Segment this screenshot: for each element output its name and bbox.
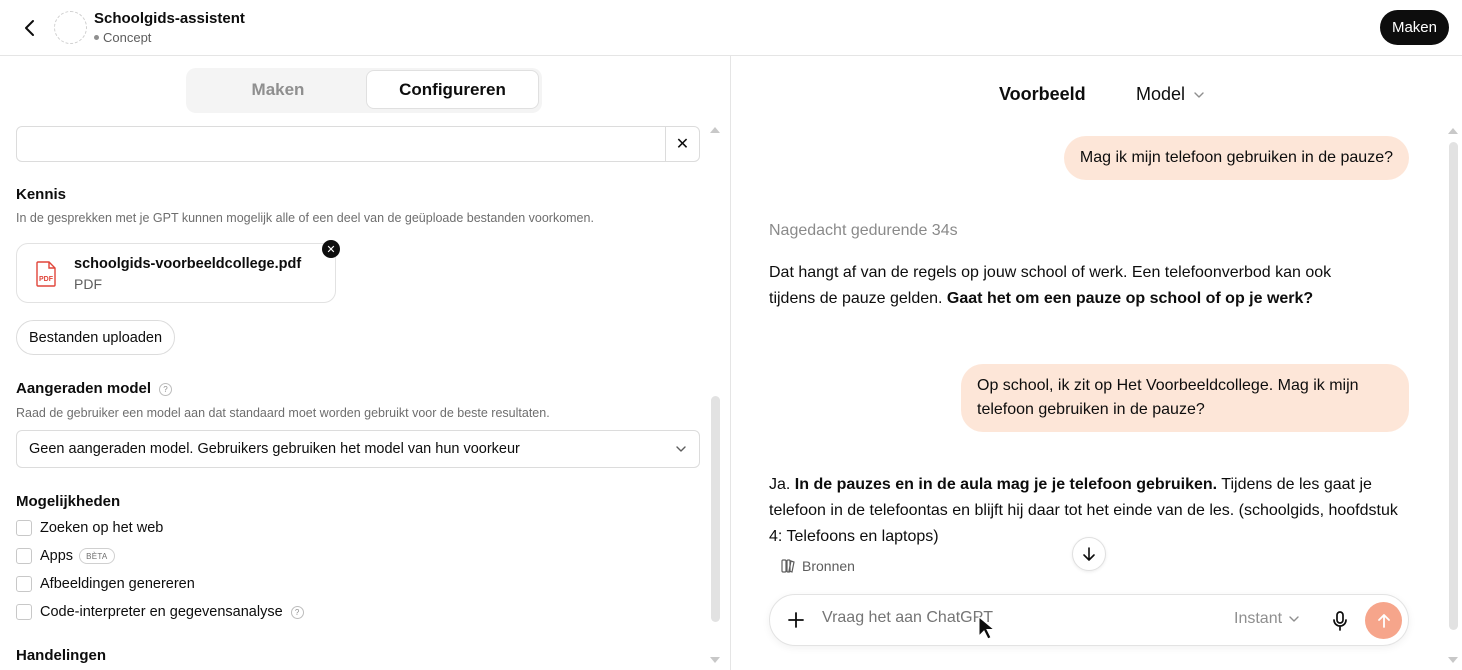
recommended-model-description: Raad de gebruiker een model aan dat stan… xyxy=(16,406,550,420)
chevron-down-icon xyxy=(676,446,686,452)
message-input[interactable] xyxy=(822,609,1202,627)
chevron-down-icon xyxy=(1289,616,1299,622)
scroll-up-arrow-icon[interactable] xyxy=(1448,128,1458,134)
checkbox[interactable] xyxy=(16,604,32,620)
beta-badge: BÈTA xyxy=(79,548,115,564)
status-dot-icon xyxy=(94,35,99,40)
mode-label: Instant xyxy=(1234,610,1283,627)
back-button[interactable] xyxy=(18,16,42,40)
scroll-down-arrow-icon[interactable] xyxy=(710,657,720,663)
mouse-cursor-icon xyxy=(978,616,994,640)
capability-apps[interactable]: Apps BÈTA xyxy=(16,546,115,566)
text-field[interactable] xyxy=(16,126,666,162)
mode-tabs: Maken Configureren xyxy=(186,68,542,113)
actions-title: Handelingen xyxy=(16,647,107,664)
configure-panel: Maken Configureren ✕ Kennis In de gespre… xyxy=(0,56,731,670)
gpt-status: Concept xyxy=(94,30,151,45)
status-label: Concept xyxy=(103,30,152,45)
capability-image-generation[interactable]: Afbeeldingen genereren xyxy=(16,574,195,594)
model-dropdown-label: Model xyxy=(1136,84,1186,104)
uploaded-file-card[interactable]: PDF schoolgids-voorbeeldcollege.pdf PDF xyxy=(16,243,336,303)
recommended-model-select[interactable]: Geen aangeraden model. Gebruikers gebrui… xyxy=(16,430,700,468)
assistant-message: Dat hangt af van de regels op jouw schoo… xyxy=(769,260,1369,312)
help-icon[interactable]: ? xyxy=(159,382,173,396)
capability-label: Afbeeldingen genereren xyxy=(40,576,195,592)
chevron-down-icon xyxy=(1194,91,1204,98)
capability-code-interpreter[interactable]: Code-interpreter en gegevensanalyse ? xyxy=(16,602,304,622)
assistant-text: Ja. xyxy=(769,476,795,493)
book-icon xyxy=(781,559,795,573)
file-name: schoolgids-voorbeeldcollege.pdf xyxy=(74,256,302,272)
capability-web-search[interactable]: Zoeken op het web xyxy=(16,518,163,538)
sources-button[interactable]: Bronnen xyxy=(780,558,855,574)
arrow-down-icon xyxy=(1083,547,1095,561)
user-message: Op school, ik zit op Het Voorbeeldcolleg… xyxy=(961,364,1409,432)
create-button[interactable]: Maken xyxy=(1379,10,1449,45)
tab-configure[interactable]: Configureren xyxy=(366,70,539,109)
scroll-down-arrow-icon[interactable] xyxy=(1448,657,1458,663)
clear-field-button[interactable]: ✕ xyxy=(665,126,700,162)
microphone-icon[interactable] xyxy=(1328,609,1352,633)
remove-file-button[interactable]: ✕ xyxy=(322,240,340,258)
help-icon[interactable]: ? xyxy=(290,605,304,619)
scroll-up-arrow-icon[interactable] xyxy=(710,127,720,133)
pdf-icon-label: PDF xyxy=(39,276,54,283)
file-type: PDF xyxy=(74,276,102,292)
tab-create[interactable]: Maken xyxy=(188,70,368,109)
scrollbar-thumb[interactable] xyxy=(711,396,720,622)
knowledge-description: In de gesprekken met je GPT kunnen mogel… xyxy=(16,211,594,225)
gpt-title: Schoolgids-assistent xyxy=(94,10,245,27)
send-button[interactable] xyxy=(1365,602,1402,639)
user-message: Mag ik mijn telefoon gebruiken in de pau… xyxy=(1063,136,1409,180)
assistant-text-bold: In de pauzes en in de aula mag je je tel… xyxy=(794,476,1218,493)
plus-icon[interactable] xyxy=(784,608,808,632)
assistant-text-bold: Gaat het om een pauze op school of op je… xyxy=(946,290,1314,307)
close-icon: ✕ xyxy=(675,136,690,153)
pdf-file-icon: PDF xyxy=(36,261,56,287)
checkbox[interactable] xyxy=(16,520,32,536)
preview-panel: Voorbeeld Model Mag ik mijn telefoon geb… xyxy=(732,56,1462,670)
thinking-summary[interactable]: Nagedacht gedurende 34s xyxy=(769,222,958,240)
sources-label: Bronnen xyxy=(802,558,855,574)
selected-model-value: Geen aangeraden model. Gebruikers gebrui… xyxy=(29,441,520,457)
upload-files-button[interactable]: Bestanden uploaden xyxy=(16,320,176,355)
capabilities-title: Mogelijkheden xyxy=(16,493,121,510)
preview-title: Voorbeeld xyxy=(999,84,1086,104)
arrow-up-icon xyxy=(1377,613,1390,628)
chevron-left-icon xyxy=(25,20,34,36)
capability-label: Apps xyxy=(40,548,74,564)
capability-label: Code-interpreter en gegevensanalyse xyxy=(40,604,283,620)
recommended-model-label: Aangeraden model xyxy=(16,380,152,397)
scrollbar-thumb[interactable] xyxy=(1449,142,1458,630)
checkbox[interactable] xyxy=(16,576,32,592)
close-icon: ✕ xyxy=(326,243,336,256)
gpt-avatar[interactable] xyxy=(54,11,87,44)
top-header: Schoolgids-assistent Concept Maken xyxy=(0,0,1462,56)
checkbox[interactable] xyxy=(16,548,32,564)
recommended-model-title: Aangeraden model? xyxy=(16,380,173,397)
knowledge-title: Kennis xyxy=(16,186,67,203)
capability-label: Zoeken op het web xyxy=(40,520,164,536)
message-composer: Instant xyxy=(769,594,1409,646)
mode-dropdown[interactable]: Instant xyxy=(1234,610,1300,628)
model-dropdown[interactable]: Model xyxy=(1136,84,1205,105)
scroll-to-bottom-button[interactable] xyxy=(1072,537,1106,571)
